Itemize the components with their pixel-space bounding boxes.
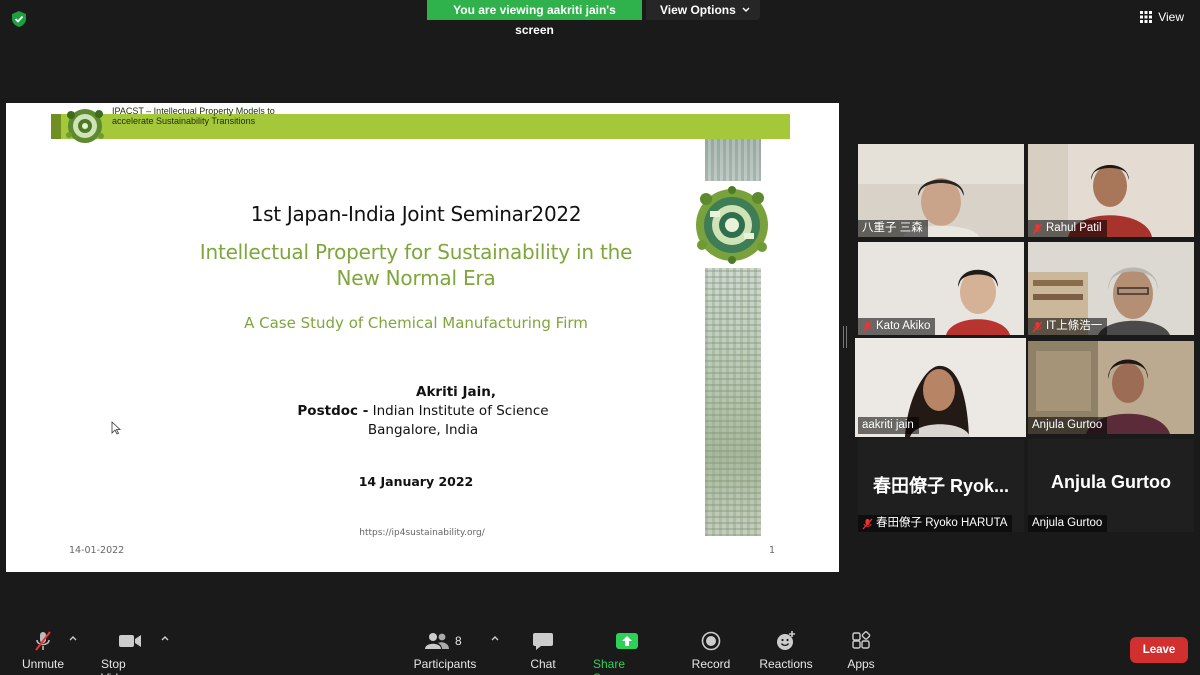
audio-options-caret-icon[interactable] (68, 634, 78, 642)
view-button[interactable]: View (1134, 6, 1190, 28)
participant-tile[interactable]: Anjula Gurtoo (1028, 341, 1194, 434)
participant-name-label: Anjula Gurtoo (1028, 515, 1108, 532)
participant-tile-video-off[interactable]: 春田僚子 Ryok... 春田僚子 Ryoko HARUTA (858, 439, 1024, 532)
header-line-1: IPACST – Intellectual Property Models to (112, 106, 275, 116)
participants-options-caret-icon[interactable] (490, 634, 500, 642)
video-options-caret-icon[interactable] (160, 634, 170, 642)
participants-button[interactable]: 8 Participants (414, 630, 476, 671)
share-screen-label: Share Screen (593, 657, 631, 675)
decorative-strip-bottom (705, 268, 761, 536)
participant-display-name: Anjula Gurtoo (1051, 472, 1171, 492)
shared-screen-slide[interactable]: IPACST – Intellectual Property Models to… (6, 103, 839, 572)
smiley-reaction-icon (777, 631, 795, 650)
slide-header-text: IPACST – Intellectual Property Models to… (112, 106, 275, 126)
view-options-button[interactable]: View Options (646, 0, 760, 20)
participant-name-label: 春田僚子 Ryoko HARUTA (858, 515, 1013, 532)
video-camera-icon (119, 635, 141, 647)
author-position: Postdoc - Indian Institute of Science (6, 403, 839, 419)
page-number: 1 (769, 545, 776, 556)
header-line-2: accelerate Sustainability Transitions (112, 116, 256, 126)
seminar-title: 1st Japan-India Joint Seminar2022 (250, 202, 582, 226)
talk-title-line-2: New Normal Era (336, 266, 496, 290)
participant-name-label: Anjula Gurtoo (1028, 417, 1108, 434)
zoom-meeting-window: You are viewing aakriti jain's screen Vi… (0, 0, 1200, 675)
security-shield-icon[interactable] (10, 10, 28, 28)
record-icon (701, 631, 721, 651)
mic-muted-icon (1032, 223, 1043, 234)
footer-date: 14-01-2022 (69, 545, 125, 556)
seminar-date: 14 January 2022 (358, 474, 474, 489)
apps-icon (852, 631, 871, 649)
panel-resize-handle[interactable] (843, 326, 847, 348)
talk-title-line-1: Intellectual Property for Sustainability… (199, 240, 633, 264)
reactions-label: Reactions (759, 657, 813, 671)
talk-subtitle: A Case Study of Chemical Manufacturing F… (244, 314, 588, 332)
leave-button[interactable]: Leave (1130, 637, 1188, 663)
participant-name-label: Rahul Patil (1028, 220, 1107, 237)
unmute-label: Unmute (21, 657, 65, 671)
apps-label: Apps (847, 657, 875, 671)
mic-muted-icon (862, 518, 873, 529)
chat-label: Chat (530, 657, 556, 671)
participant-name-label: IT上條浩一 (1028, 318, 1108, 335)
viewing-screen-label: You are viewing aakriti jain's screen (427, 0, 642, 37)
participants-label: Participants (413, 657, 477, 671)
mic-muted-icon (862, 321, 873, 332)
participant-tile[interactable]: Kato Akiko (858, 242, 1024, 335)
participant-tile[interactable]: IT上條浩一 (1028, 242, 1194, 335)
mouse-cursor-icon (111, 421, 121, 435)
chat-button[interactable]: Chat (528, 630, 558, 671)
screen-share-banner: You are viewing aakriti jain's screen Vi… (427, 0, 760, 37)
participant-tile-active-speaker[interactable]: aakriti jain (855, 338, 1026, 437)
stop-video-button[interactable]: Stop Video (101, 630, 159, 675)
reactions-button[interactable]: Reactions (759, 630, 813, 671)
apps-button[interactable]: Apps (846, 630, 876, 671)
position-institute: Indian Institute of Science (368, 403, 549, 419)
grid-view-icon (1140, 11, 1153, 23)
participant-name-label: aakriti jain (858, 417, 919, 434)
ipacst-logo-icon (66, 109, 104, 143)
unmute-button[interactable]: Unmute (22, 630, 64, 671)
share-screen-button[interactable]: Share Screen (593, 630, 661, 675)
author-name: Akriti Jain, (416, 384, 496, 400)
view-options-label: View Options (660, 3, 736, 17)
participant-tile[interactable]: 八重子 三森 (858, 144, 1024, 237)
author-city: Bangalore, India (367, 422, 479, 438)
view-label: View (1158, 10, 1184, 24)
share-screen-icon (616, 633, 638, 649)
chevron-down-icon (742, 7, 750, 12)
meeting-toolbar: Unmute Stop Video 8 Participants (0, 622, 1200, 675)
participant-name-label: 八重子 三森 (858, 220, 928, 237)
position-prefix: Postdoc - (297, 403, 369, 419)
record-label: Record (691, 657, 731, 671)
mic-muted-icon (35, 631, 51, 651)
participants-icon (425, 633, 449, 649)
participant-display-name: 春田僚子 Ryok... (872, 476, 1010, 496)
participant-name-label: Kato Akiko (858, 318, 936, 335)
website-url: https://ip4sustainability.org/ (359, 528, 485, 538)
participants-count: 8 (455, 634, 462, 648)
header-bar-accent (51, 114, 61, 139)
chat-bubble-icon (533, 633, 553, 650)
participant-tile-video-off[interactable]: Anjula Gurtoo Anjula Gurtoo (1028, 439, 1194, 532)
participant-tile[interactable]: Rahul Patil (1028, 144, 1194, 237)
record-button[interactable]: Record (692, 630, 730, 671)
mic-muted-icon (1032, 321, 1043, 332)
decorative-strip-top (705, 139, 761, 181)
stop-video-label: Stop Video (101, 657, 131, 675)
